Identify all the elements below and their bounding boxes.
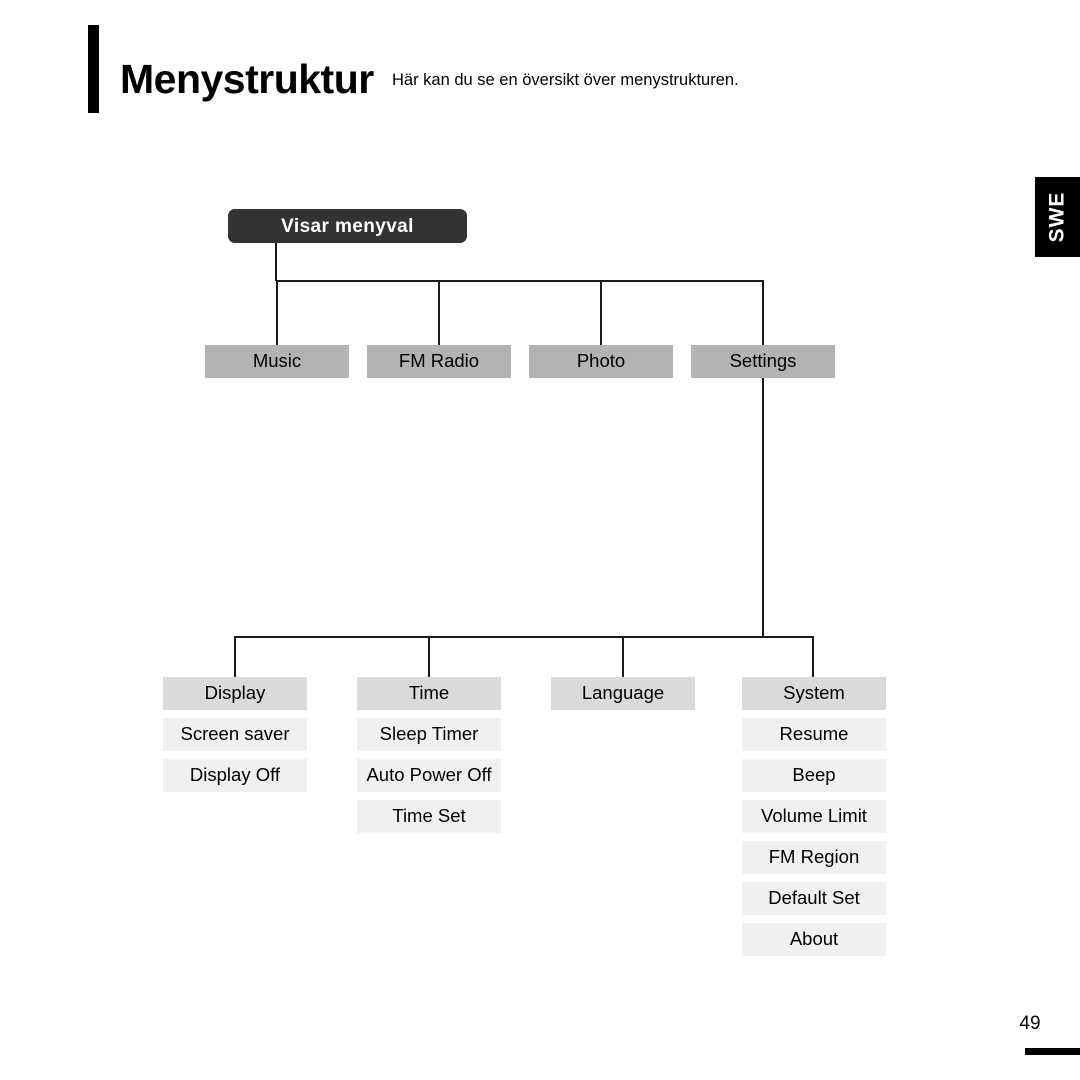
connector-drop-display	[234, 636, 236, 681]
tree-node-fm-radio: FM Radio	[367, 345, 511, 378]
connector-drop-time	[428, 636, 430, 681]
footer-accent-bar	[1025, 1048, 1080, 1055]
connector-level2-bus	[234, 636, 814, 638]
tree-node-display: Display	[163, 677, 307, 710]
connector-drop-language	[622, 636, 624, 681]
connector-level1-bus	[276, 280, 764, 282]
connector-drop-fmradio	[438, 280, 440, 345]
tree-node-photo: Photo	[529, 345, 673, 378]
tree-node-time: Time	[357, 677, 501, 710]
tree-node-about: About	[742, 923, 886, 956]
tree-node-music: Music	[205, 345, 349, 378]
page-number: 49	[1019, 1013, 1041, 1034]
connector-drop-music	[276, 280, 278, 345]
menu-structure-diagram: Visar menyval Music FM Radio Photo Setti…	[0, 0, 1080, 1080]
connector-drop-photo	[600, 280, 602, 345]
tree-node-auto-power-off: Auto Power Off	[357, 759, 501, 792]
tree-node-screen-saver: Screen saver	[163, 718, 307, 751]
tree-node-language: Language	[551, 677, 695, 710]
tree-node-beep: Beep	[742, 759, 886, 792]
tree-node-default-set: Default Set	[742, 882, 886, 915]
tree-node-display-off: Display Off	[163, 759, 307, 792]
tree-node-fm-region: FM Region	[742, 841, 886, 874]
tree-node-volume-limit: Volume Limit	[742, 800, 886, 833]
connector-settings-stem	[762, 378, 764, 637]
tree-node-resume: Resume	[742, 718, 886, 751]
tree-node-sleep-timer: Sleep Timer	[357, 718, 501, 751]
connector-drop-settings	[762, 280, 764, 345]
tree-node-system: System	[742, 677, 886, 710]
tree-node-root: Visar menyval	[228, 209, 467, 243]
connector-root-stem	[275, 243, 277, 281]
tree-node-settings: Settings	[691, 345, 835, 378]
connector-drop-system	[812, 636, 814, 681]
tree-node-time-set: Time Set	[357, 800, 501, 833]
